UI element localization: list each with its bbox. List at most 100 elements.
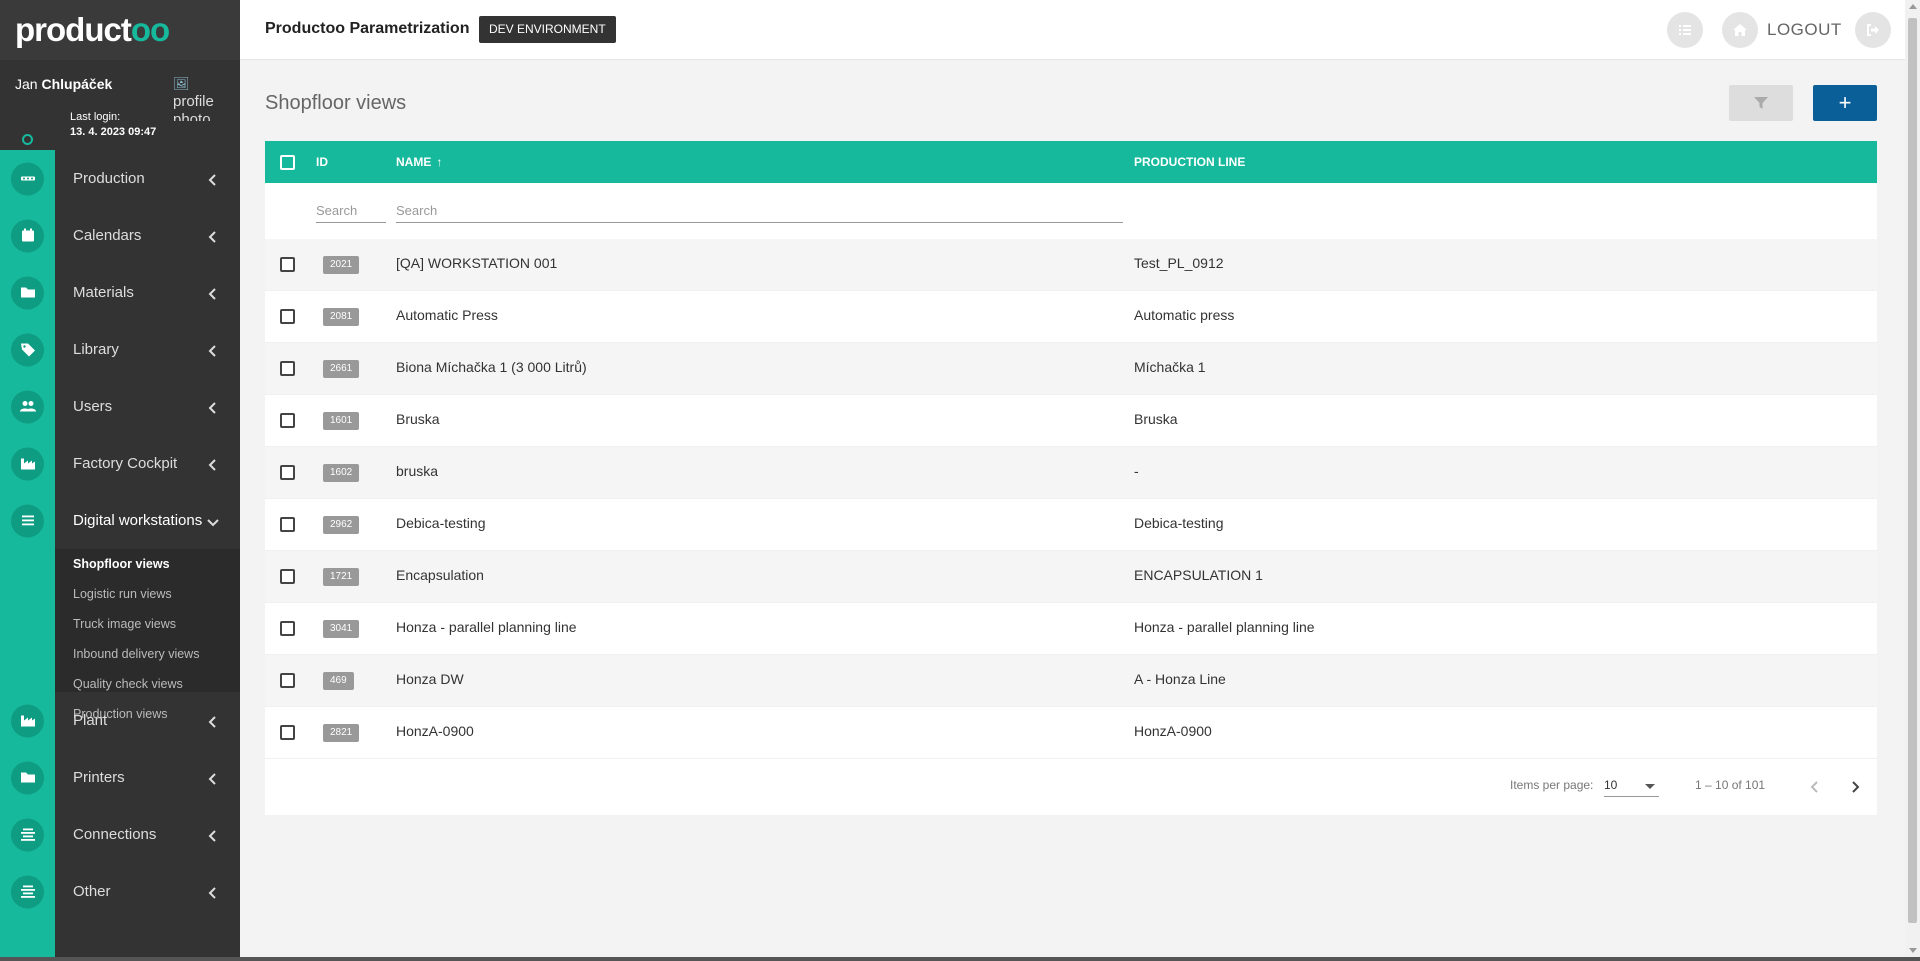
id-search-input[interactable] bbox=[316, 199, 386, 223]
sort-ascending-icon: ↑ bbox=[436, 155, 443, 169]
name-cell: [QA] WORKSTATION 001 bbox=[396, 255, 558, 271]
row-checkbox[interactable] bbox=[280, 413, 295, 428]
row-checkbox[interactable] bbox=[280, 361, 295, 376]
filter-button[interactable] bbox=[1729, 85, 1793, 121]
row-checkbox[interactable] bbox=[280, 309, 295, 324]
user-panel: Jan Chlupáček Last login: 13. 4. 2023 09… bbox=[0, 60, 240, 150]
page-scrollbar[interactable] bbox=[1905, 0, 1920, 957]
column-header-name[interactable]: NAME ↑ bbox=[396, 155, 442, 169]
scroll-up-arrow-icon[interactable] bbox=[1909, 4, 1917, 9]
sidebar-item-printers[interactable]: Printers bbox=[0, 749, 240, 806]
menu-list-button[interactable] bbox=[1667, 12, 1703, 48]
sidebar-item-label: Connections bbox=[73, 826, 157, 843]
production-line-cell: Míchačka 1 bbox=[1134, 359, 1206, 375]
table-row[interactable]: 1601 Bruska Bruska bbox=[265, 395, 1877, 447]
sidebar-item-label: Calendars bbox=[73, 227, 142, 244]
chevron-left-icon bbox=[206, 457, 220, 471]
factory-icon bbox=[11, 447, 44, 480]
table-row[interactable]: 1721 Encapsulation ENCAPSULATION 1 bbox=[265, 551, 1877, 603]
sidebar-item-label: Digital workstations bbox=[73, 512, 203, 529]
productoo-logo[interactable]: productoo bbox=[15, 11, 170, 49]
chevron-left-icon bbox=[206, 828, 220, 842]
sidebar-item-library[interactable]: Library bbox=[0, 321, 240, 378]
bottom-edge bbox=[0, 957, 1920, 961]
table-row[interactable]: 2081 Automatic Press Automatic press bbox=[265, 291, 1877, 343]
production-line-cell: Honza - parallel planning line bbox=[1134, 619, 1315, 635]
table-row[interactable]: 2021 [QA] WORKSTATION 001 Test_PL_0912 bbox=[265, 239, 1877, 291]
table-row[interactable]: 2962 Debica-testing Debica-testing bbox=[265, 499, 1877, 551]
logout-button[interactable] bbox=[1855, 12, 1891, 48]
id-badge: 3041 bbox=[323, 620, 360, 638]
id-badge: 2081 bbox=[323, 308, 360, 326]
column-header-production-line[interactable]: PRODUCTION LINE bbox=[1134, 155, 1245, 169]
submenu-item-truck-image-views[interactable]: Truck image views bbox=[55, 609, 240, 639]
logo-bar: productoo bbox=[0, 0, 240, 60]
add-button[interactable]: + bbox=[1813, 85, 1877, 121]
broken-image-icon: 🖼 bbox=[173, 76, 190, 91]
select-all-checkbox[interactable] bbox=[280, 155, 295, 170]
row-checkbox[interactable] bbox=[280, 569, 295, 584]
submenu-item-logistic-run-views[interactable]: Logistic run views bbox=[55, 579, 240, 609]
row-checkbox[interactable] bbox=[280, 517, 295, 532]
id-badge: 2021 bbox=[323, 256, 360, 274]
sidebar-item-label: Plant bbox=[73, 712, 108, 729]
chevron-left-icon bbox=[206, 172, 220, 186]
submenu-item-inbound-delivery-views[interactable]: Inbound delivery views bbox=[55, 639, 240, 669]
profile-photo[interactable]: 🖼profile photo bbox=[173, 75, 225, 121]
paginator: Items per page: 10 1 – 10 of 101 bbox=[265, 759, 1877, 815]
table-row[interactable]: 1602 bruska - bbox=[265, 447, 1877, 499]
table-row[interactable]: 469 Honza DW A - Honza Line bbox=[265, 655, 1877, 707]
filter-icon bbox=[1754, 97, 1768, 109]
production-line-cell: Automatic press bbox=[1134, 307, 1235, 323]
row-checkbox[interactable] bbox=[280, 621, 295, 636]
user-name: Jan Chlupáček bbox=[15, 76, 113, 92]
next-page-button[interactable] bbox=[1841, 773, 1869, 801]
scroll-thumb[interactable] bbox=[1908, 18, 1917, 923]
table-row[interactable]: 2661 Biona Míchačka 1 (3 000 Litrů) Míchač… bbox=[265, 343, 1877, 395]
sidebar-item-other[interactable]: Other bbox=[0, 863, 240, 920]
submenu-item-shopfloor-views[interactable]: Shopfloor views bbox=[55, 549, 240, 579]
row-checkbox[interactable] bbox=[280, 673, 295, 688]
sidebar-item-users[interactable]: Users bbox=[0, 378, 240, 435]
name-cell: Automatic Press bbox=[396, 307, 498, 323]
environment-badge: DEV ENVIRONMENT bbox=[479, 16, 616, 43]
sidebar-item-label: Factory Cockpit bbox=[73, 455, 178, 472]
digital-workstations-submenu: Shopfloor views Logistic run views Truck i… bbox=[55, 549, 240, 721]
items-per-page-select[interactable]: 10 bbox=[1604, 773, 1659, 797]
sidebar-item-factory-cockpit[interactable]: Factory Cockpit bbox=[0, 435, 240, 492]
chevron-left-icon bbox=[206, 714, 220, 728]
table-row[interactable]: 3041 Honza - parallel planning line Honza … bbox=[265, 603, 1877, 655]
chevron-left-icon bbox=[1810, 781, 1818, 793]
chevron-left-icon bbox=[206, 229, 220, 243]
previous-page-button[interactable] bbox=[1801, 773, 1829, 801]
align-icon bbox=[11, 818, 44, 851]
logout-icon bbox=[1867, 24, 1879, 36]
sidebar-item-calendars[interactable]: Calendars bbox=[0, 207, 240, 264]
id-badge: 1602 bbox=[323, 464, 360, 482]
production-line-cell: Test_PL_0912 bbox=[1134, 255, 1224, 271]
last-login-value: 13. 4. 2023 09:47 bbox=[70, 126, 157, 138]
scroll-down-arrow-icon[interactable] bbox=[1909, 948, 1917, 953]
row-checkbox[interactable] bbox=[280, 465, 295, 480]
table-row[interactable]: 2821 HonzA-0900 HonzA-0900 bbox=[265, 707, 1877, 759]
name-search-input[interactable] bbox=[396, 199, 1123, 223]
sidebar-item-label: Library bbox=[73, 341, 119, 358]
dropdown-caret-icon bbox=[1645, 784, 1655, 789]
table-body: 2021 [QA] WORKSTATION 001 Test_PL_0912 2081… bbox=[265, 239, 1877, 759]
column-header-id[interactable]: ID bbox=[316, 155, 328, 169]
logout-link[interactable]: LOGOUT bbox=[1767, 20, 1842, 40]
row-checkbox[interactable] bbox=[280, 257, 295, 272]
home-button[interactable] bbox=[1722, 12, 1758, 48]
chevron-left-icon bbox=[206, 343, 220, 357]
row-checkbox[interactable] bbox=[280, 725, 295, 740]
name-cell: Honza - parallel planning line bbox=[396, 619, 577, 635]
sidebar-item-materials[interactable]: Materials bbox=[0, 264, 240, 321]
list-icon bbox=[1679, 25, 1691, 35]
table-header: ID NAME ↑ PRODUCTION LINE bbox=[265, 141, 1877, 183]
tags-icon bbox=[11, 333, 44, 366]
sidebar-item-connections[interactable]: Connections bbox=[0, 806, 240, 863]
sidebar-item-production[interactable]: Production bbox=[0, 150, 240, 207]
sidebar-item-plant[interactable]: Plant bbox=[0, 692, 240, 749]
home-icon bbox=[1733, 24, 1747, 36]
sidebar-item-digital-workstations[interactable]: Digital workstations bbox=[0, 492, 240, 549]
